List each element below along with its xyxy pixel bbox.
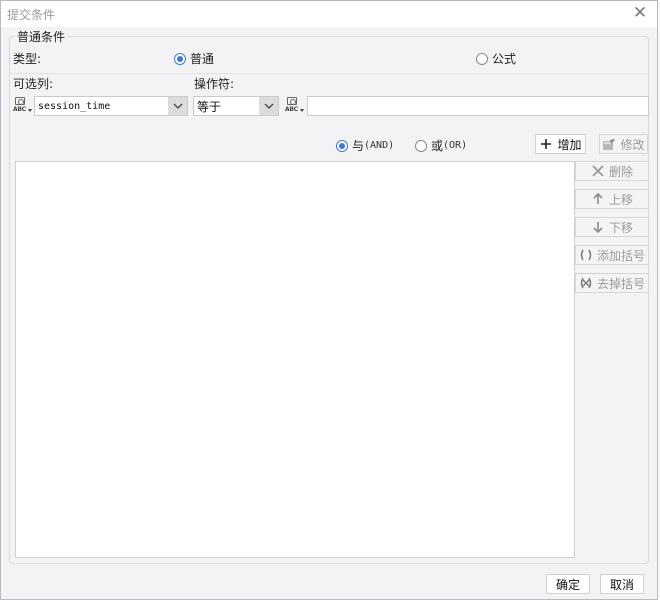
move-down-button-label: 下移	[608, 220, 633, 235]
cancel-button[interactable]: 取消	[600, 574, 644, 594]
type-formula-radio[interactable]: 公式	[476, 50, 516, 67]
operator-select[interactable]: 等于	[193, 96, 279, 116]
column-select-value: session_time	[38, 100, 111, 112]
logic-and-label: 与	[352, 139, 365, 153]
arrow-up-icon	[591, 192, 605, 206]
move-up-button[interactable]: 上移	[575, 189, 649, 209]
move-down-button[interactable]: 下移	[575, 217, 649, 237]
type-label: 类型:	[13, 52, 42, 66]
group-title: 普通条件	[15, 28, 68, 45]
add-parentheses-button[interactable]: 添加括号	[575, 245, 649, 265]
divider	[10, 73, 648, 74]
arrow-down-icon	[591, 220, 605, 234]
radio-dot	[476, 52, 488, 65]
remove-parentheses-label: 去掉括号	[596, 276, 645, 291]
logic-or-sub: (OR)	[443, 140, 468, 151]
add-parentheses-icon	[579, 248, 593, 262]
edit-icon	[602, 137, 616, 151]
delete-x-icon	[591, 164, 605, 178]
column-label: 可选列:	[13, 77, 54, 91]
move-up-button-label: 上移	[608, 192, 633, 207]
add-parentheses-label: 添加括号	[596, 248, 645, 263]
chevron-down-icon[interactable]	[168, 97, 187, 115]
radio-dot	[174, 52, 186, 65]
logic-or-radio[interactable]: 或 (OR)	[415, 137, 467, 154]
ok-button-label: 确定	[555, 577, 580, 592]
modify-button-label: 修改	[620, 137, 645, 152]
add-button[interactable]: 增加	[535, 134, 586, 154]
submit-condition-dialog: 提交条件 ✕ 普通条件 类型: 普通 公式 可选列: 操作符: ABC sess…	[0, 0, 658, 600]
remove-parentheses-icon	[579, 276, 593, 290]
radio-dot	[336, 139, 348, 152]
modify-button[interactable]: 修改	[599, 134, 648, 154]
radio-dot	[415, 139, 427, 152]
value-input[interactable]	[307, 96, 649, 116]
delete-button-label: 删除	[608, 164, 633, 179]
type-normal-label: 普通	[190, 52, 215, 66]
operator-select-value: 等于	[197, 99, 222, 114]
close-icon[interactable]: ✕	[631, 3, 649, 23]
delete-button[interactable]: 删除	[575, 161, 649, 181]
type-normal-radio[interactable]: 普通	[174, 50, 214, 67]
abc-field-icon[interactable]: ABC	[13, 97, 33, 115]
chevron-down-icon[interactable]	[259, 97, 278, 115]
remove-parentheses-button[interactable]: 去掉括号	[575, 273, 649, 293]
logic-and-sub: (AND)	[364, 140, 395, 151]
add-button-label: 增加	[557, 137, 582, 152]
cancel-button-label: 取消	[609, 577, 634, 592]
type-formula-label: 公式	[492, 52, 517, 66]
dialog-title: 提交条件	[7, 8, 56, 22]
condition-list[interactable]	[15, 161, 575, 558]
column-select[interactable]: session_time	[34, 96, 188, 116]
logic-or-label: 或	[431, 139, 444, 153]
ok-button[interactable]: 确定	[546, 574, 590, 594]
abc-field-icon[interactable]: ABC	[285, 97, 305, 115]
plus-icon	[539, 137, 553, 151]
logic-and-radio[interactable]: 与 (AND)	[336, 137, 394, 154]
operator-label: 操作符:	[194, 77, 235, 91]
title-bar: 提交条件 ✕	[1, 1, 657, 27]
